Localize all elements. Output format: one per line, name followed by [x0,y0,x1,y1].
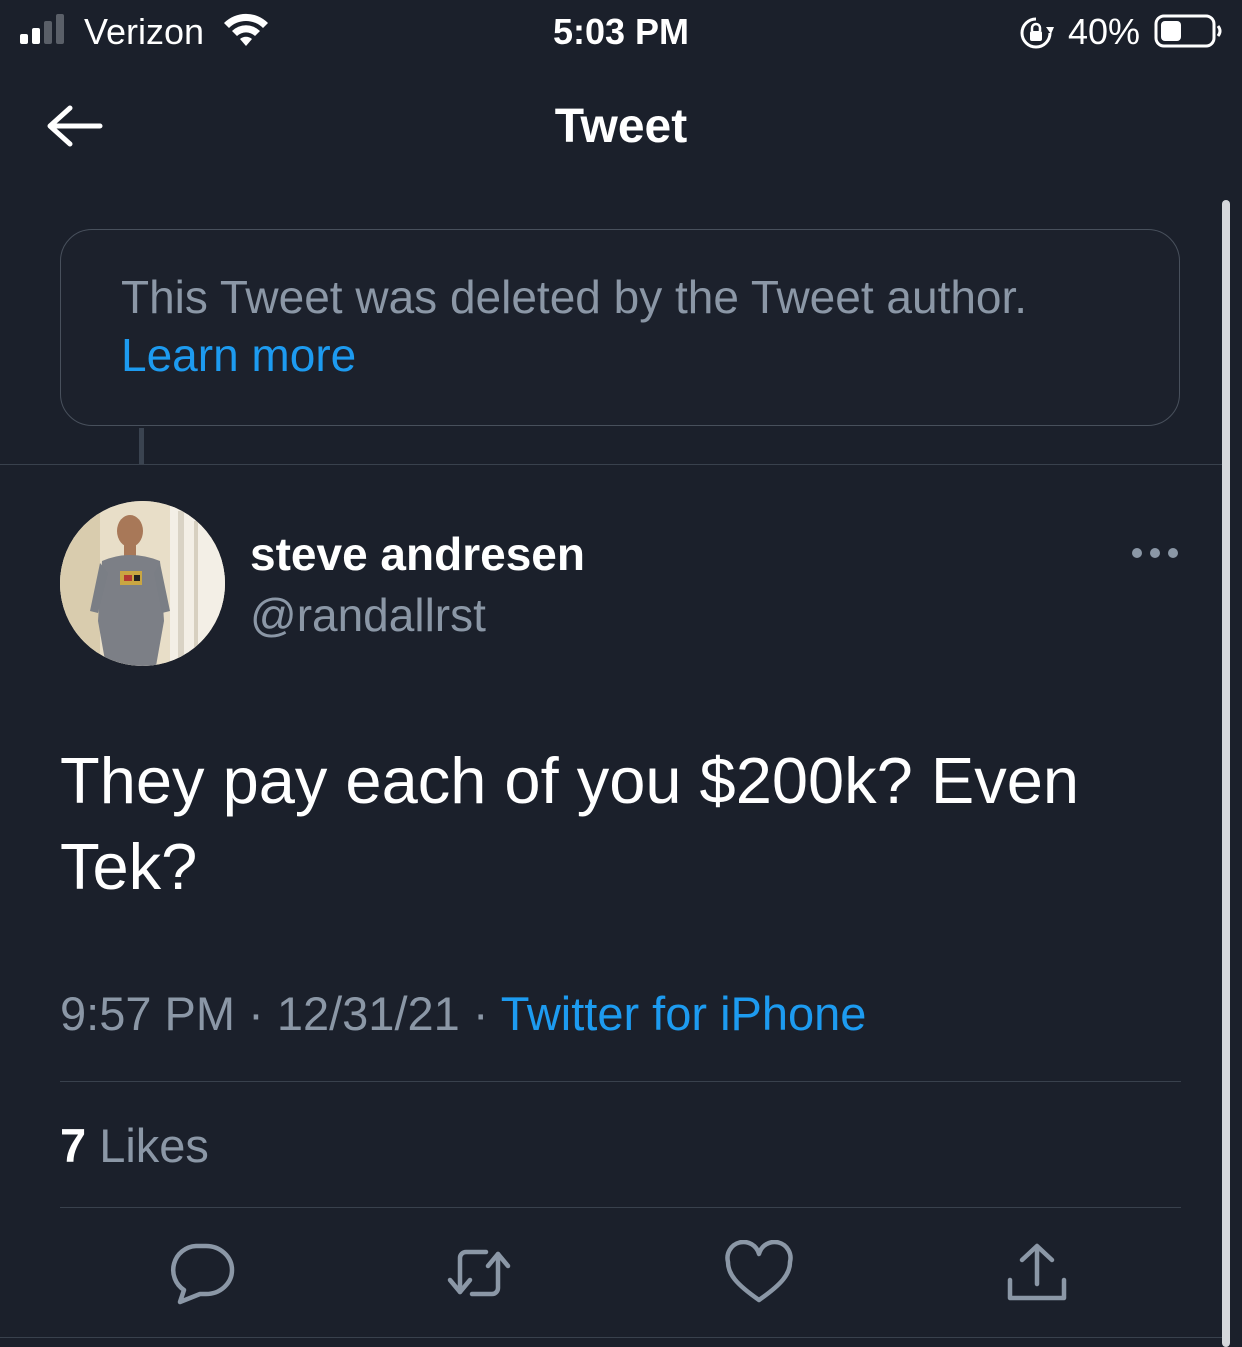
scrollbar[interactable] [1222,200,1230,1347]
deleted-notice-text: This Tweet was deleted by the Tweet auth… [121,271,1028,323]
divider [0,464,1222,465]
divider [60,1207,1181,1208]
learn-more-link[interactable]: Learn more [121,326,356,384]
divider [60,1081,1181,1082]
divider [0,1337,1222,1338]
likes-label: Likes [99,1119,209,1172]
tweet-time: 9:57 PM [60,987,236,1040]
author-display-name[interactable]: steve andresen [250,526,585,582]
status-bar: Verizon 5:03 PM 40% [0,0,1242,66]
share-icon[interactable] [1002,1240,1072,1306]
avatar-photo [60,501,225,666]
tweet-source-link[interactable]: Twitter for iPhone [501,987,867,1040]
reply-icon[interactable] [166,1240,236,1306]
thread-connector-line [139,428,144,464]
battery-icon [1154,14,1222,48]
page-title: Tweet [554,100,688,153]
deleted-tweet-notice: This Tweet was deleted by the Tweet auth… [60,229,1180,426]
meta-separator: · [248,987,264,1040]
avatar[interactable] [60,501,225,666]
tweet-text: They pay each of you $200k? Even Tek? [60,744,1080,903]
tweet-meta: 9:57 PM · 12/31/21 · Twitter for iPhone [60,984,866,1044]
orientation-lock-icon [1020,17,1054,49]
tweet-date: 12/31/21 [276,987,460,1040]
likes-number: 7 [60,1119,87,1172]
battery-percent: 40% [1068,11,1141,52]
author-handle[interactable]: @randallrst [250,587,486,643]
more-options-icon[interactable] [1128,540,1182,566]
retweet-icon[interactable] [444,1240,514,1306]
status-time: 5:03 PM [552,11,690,52]
heart-icon[interactable] [724,1240,794,1306]
likes-count[interactable]: 7 Likes [60,1118,209,1174]
meta-separator: · [472,987,489,1040]
